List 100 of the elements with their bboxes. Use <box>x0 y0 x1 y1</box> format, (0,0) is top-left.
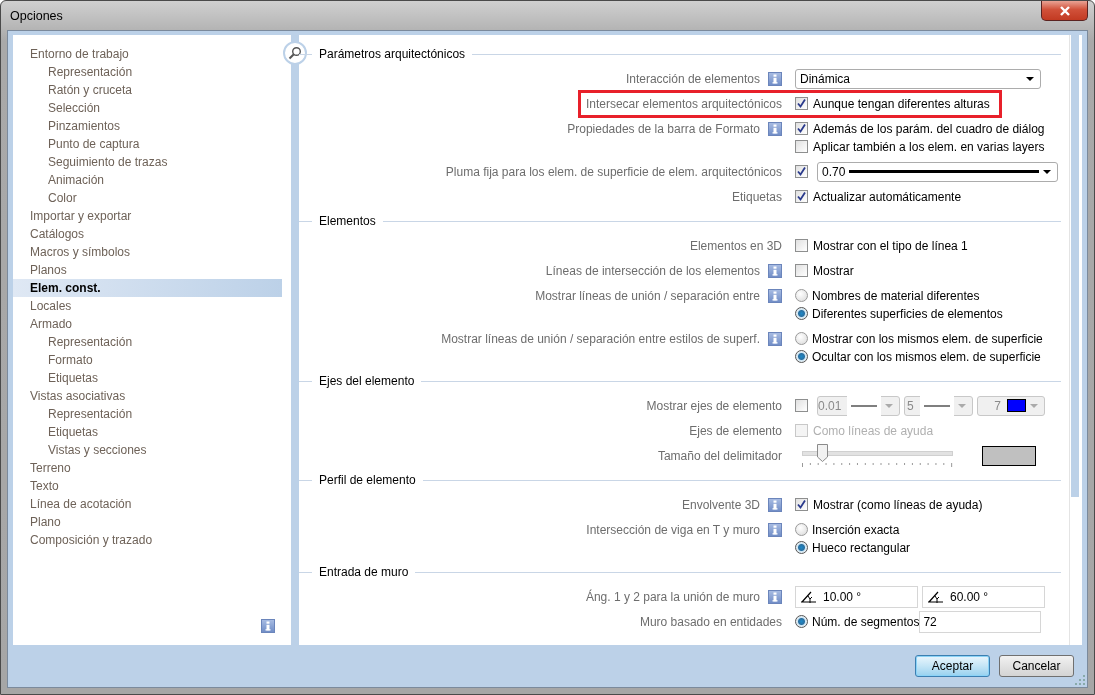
radio-button[interactable]: Mostrar con los mismos elem. de superficie <box>795 329 1043 348</box>
sidebar-item[interactable]: Selección <box>13 99 282 117</box>
sidebar-item[interactable]: Vistas asociativas <box>13 387 282 405</box>
sidebar-item[interactable]: Plano <box>13 513 282 531</box>
sidebar-item[interactable]: Ratón y cruceta <box>13 81 282 99</box>
field-label: Áng. 1 y 2 para la unión de muro <box>585 588 760 606</box>
sidebar-item[interactable]: Importar y exportar <box>13 207 282 225</box>
check-mark-icon <box>796 166 807 177</box>
section-title: Parámetros arquitectónicos <box>318 47 467 61</box>
field-label: Elementos en 3D <box>689 237 782 255</box>
info-icon[interactable] <box>768 288 782 303</box>
radio-button[interactable]: Nombres de material diferentes <box>795 286 980 305</box>
sidebar-item[interactable]: Representación <box>13 405 282 423</box>
sidebar-item[interactable]: Línea de acotación <box>13 495 282 513</box>
info-icon[interactable] <box>768 71 782 86</box>
angle-field[interactable]: 10.00 ° <box>795 585 918 608</box>
slider-thumb-shape <box>816 444 828 462</box>
section-title: Ejes del elemento <box>318 374 416 388</box>
sidebar-item[interactable]: Planos <box>13 261 282 279</box>
info-icon[interactable] <box>768 263 782 278</box>
field-label: Propiedades de la barra de Formato <box>567 120 760 138</box>
info-icon[interactable] <box>768 121 782 136</box>
field-label: Mostrar líneas de unión / separación entre estilos de superf. <box>441 330 760 348</box>
dropdown[interactable]: Dinámica <box>795 68 1041 89</box>
sidebar-item[interactable]: Armado <box>13 315 282 333</box>
caret-icon <box>1043 169 1052 174</box>
field-label: Ejes de elemento <box>689 422 782 440</box>
field-label: Pluma fija para los elem. de superficie de elem. arquitectónicos <box>445 163 782 181</box>
info-icon[interactable] <box>768 497 782 512</box>
sidebar-item[interactable]: Terreno <box>13 459 282 477</box>
field-label: Líneas de intersección de los elementos <box>545 262 760 280</box>
radio-button[interactable]: Hueco rectangular <box>795 538 911 557</box>
sidebar-item[interactable]: Color <box>13 189 282 207</box>
checkbox[interactable]: Actualizar automáticamente <box>795 187 962 206</box>
check-mark-icon <box>796 191 807 202</box>
info-icon[interactable] <box>261 619 275 633</box>
caret-icon <box>1030 403 1038 408</box>
section-title: Elementos <box>318 214 377 228</box>
checkbox[interactable]: Mostrar <box>795 261 854 280</box>
window-title: Opciones <box>9 8 63 23</box>
sidebar-item[interactable]: Representación <box>13 63 282 81</box>
field-label: Tamaño del delimitador <box>657 447 782 465</box>
radio-button[interactable]: Núm. de segmentos <box>795 612 920 631</box>
caret-icon <box>885 403 894 408</box>
checkbox[interactable]: Mostrar con el tipo de línea 1 <box>795 236 968 255</box>
close-icon <box>1058 5 1071 16</box>
sidebar-item[interactable]: Pinzamientos <box>13 117 282 135</box>
angle-icon <box>927 589 944 604</box>
color-swatch[interactable] <box>982 445 1036 466</box>
section-title: Entrada de muro <box>318 565 410 579</box>
checkbox[interactable]: Mostrar (como líneas de ayuda) <box>795 495 983 514</box>
pen-dropdown[interactable]: 0.70 <box>817 161 1059 182</box>
slider-thumb[interactable] <box>816 444 828 462</box>
check-mark-icon <box>796 98 807 109</box>
sidebar-item[interactable]: Macros y símbolos <box>13 243 282 261</box>
scrollbar[interactable] <box>1069 35 1080 645</box>
dialog-button[interactable]: Aceptar <box>915 655 990 677</box>
caret-icon <box>1026 76 1034 81</box>
scrollbar-thumb[interactable] <box>1071 35 1079 497</box>
sidebar-item[interactable]: Vistas y secciones <box>13 441 282 459</box>
sidebar-item[interactable]: Representación <box>13 333 282 351</box>
sidebar-item[interactable]: Elem. const. <box>13 279 282 297</box>
section-title: Perfil de elemento <box>318 473 417 487</box>
field-label: Intersecar elementos arquitectónicos <box>585 95 782 113</box>
angle-field[interactable]: 60.00 ° <box>922 585 1045 608</box>
dialog-button[interactable]: Cancelar <box>999 655 1074 677</box>
info-icon[interactable] <box>768 589 782 604</box>
radio-button[interactable]: Ocultar con los mismos elem. de superficie <box>795 347 1041 366</box>
field-label: Envolvente 3D <box>681 496 760 514</box>
text-field[interactable]: 72 <box>919 610 1042 633</box>
caret-icon <box>957 403 966 408</box>
checkbox[interactable]: Aplicar también a los elem. en varias layers <box>795 137 1045 156</box>
resize-grip-icon[interactable] <box>1075 675 1085 685</box>
slider-track[interactable] <box>802 444 953 462</box>
sidebar-item[interactable]: Locales <box>13 297 282 315</box>
checkbox[interactable]: Además de los parám. del cuadro de diálog <box>795 119 1045 138</box>
check-mark-icon <box>796 123 807 134</box>
field-label: Etiquetas <box>731 188 782 206</box>
sidebar-item[interactable]: Catálogos <box>13 225 282 243</box>
radio-button[interactable]: Inserción exacta <box>795 520 900 539</box>
sidebar-item[interactable]: Animación <box>13 171 282 189</box>
sidebar-item[interactable]: Etiquetas <box>13 423 282 441</box>
sidebar-item[interactable]: Formato <box>13 351 282 369</box>
sidebar-item[interactable]: Entorno de trabajo <box>13 45 282 63</box>
checkbox[interactable]: Aunque tengan diferentes alturas <box>795 94 990 113</box>
field-label: Mostrar líneas de unión / separación entre <box>535 287 760 305</box>
field-label: Interacción de elementos <box>625 70 760 88</box>
sidebar-item[interactable]: Seguimiento de trazas <box>13 153 282 171</box>
info-icon[interactable] <box>768 331 782 346</box>
info-icon[interactable] <box>768 522 782 537</box>
sidebar-item[interactable]: Texto <box>13 477 282 495</box>
sidebar-item[interactable]: Composición y trazado <box>13 531 282 549</box>
sidebar-item[interactable]: Punto de captura <box>13 135 282 153</box>
angle-icon <box>800 589 817 604</box>
field-label: Mostrar ejes de elemento <box>646 397 782 415</box>
sidebar-item[interactable]: Etiquetas <box>13 369 282 387</box>
check-mark-icon <box>796 499 807 510</box>
field-label: Intersección de viga en T y muro <box>586 521 760 539</box>
radio-button[interactable]: Diferentes superficies de elementos <box>795 304 1003 323</box>
close-button[interactable] <box>1041 1 1088 21</box>
